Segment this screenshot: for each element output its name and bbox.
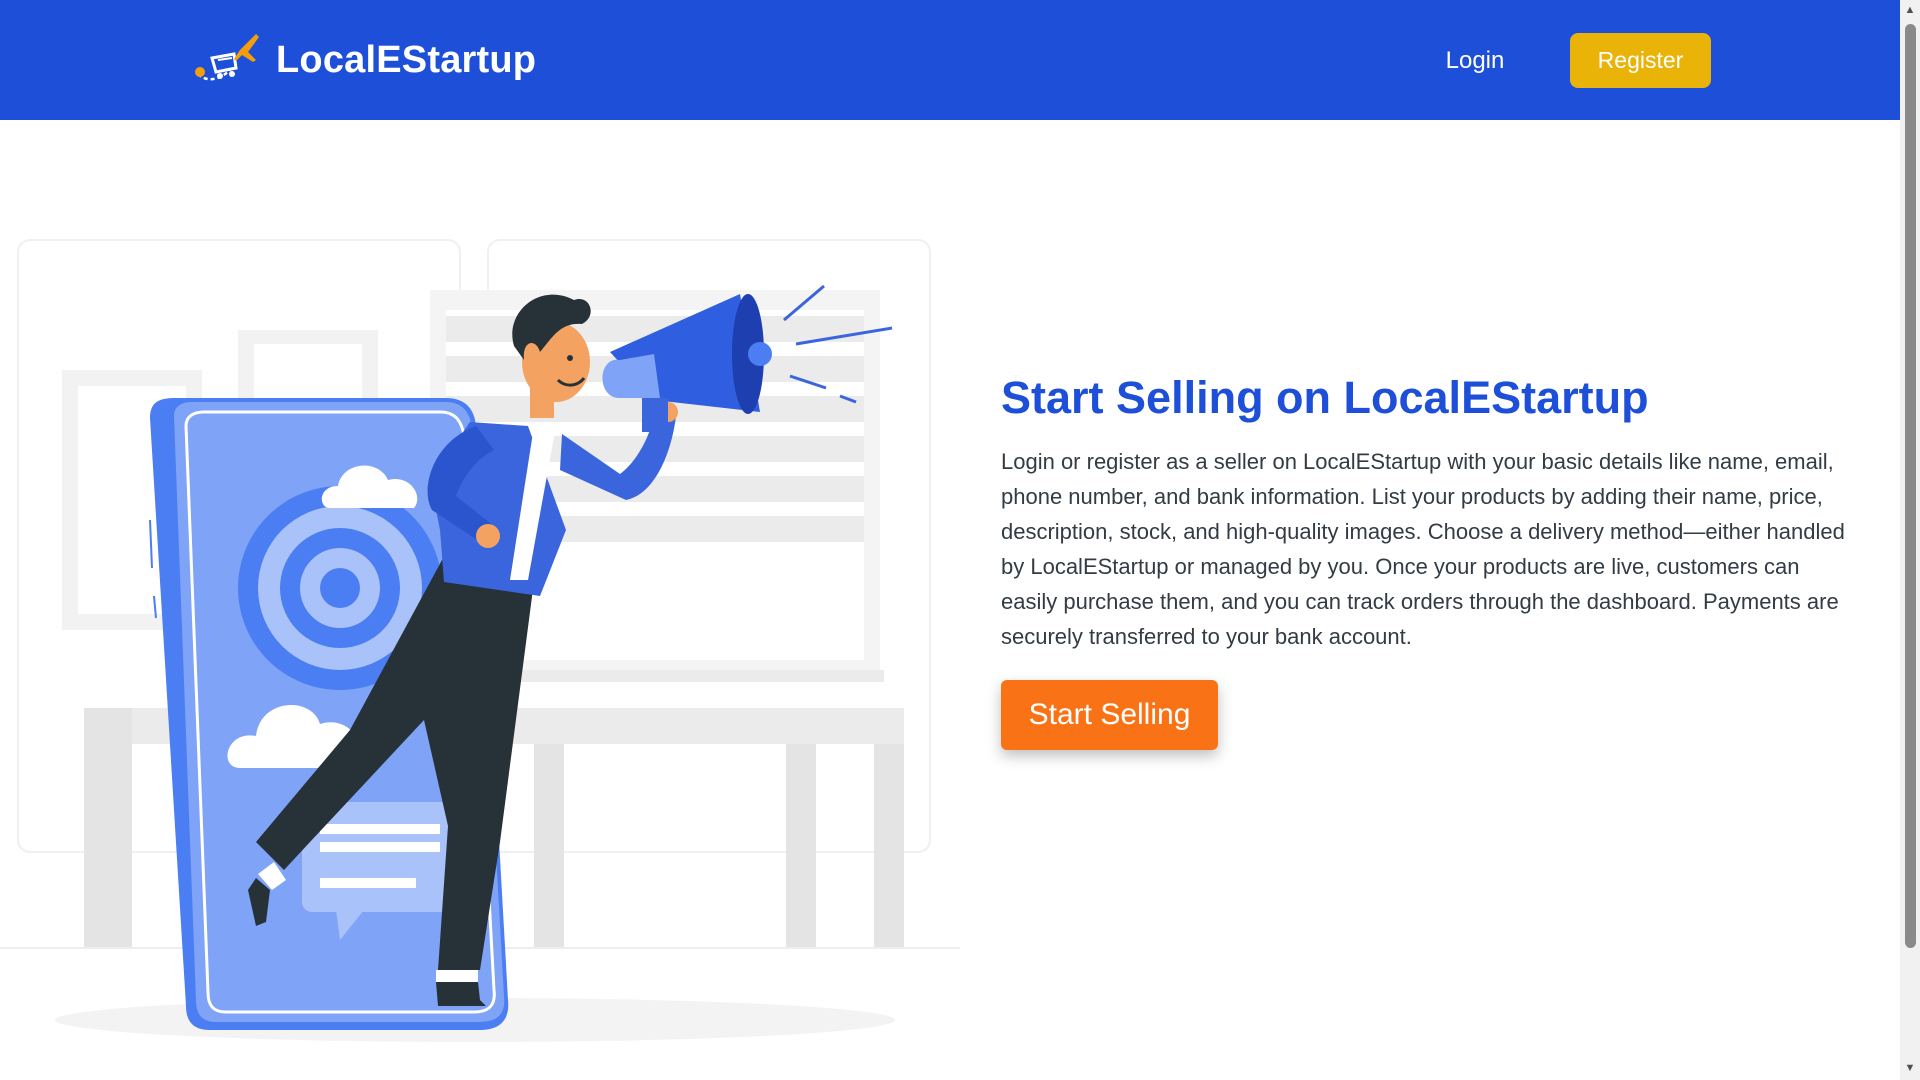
hero-section: Start Selling on LocalEStartup Login or … [1001, 366, 1861, 654]
page-scrollbar[interactable]: ▲ ▼ [1900, 0, 1920, 1080]
delivery-cart-airplane-icon [195, 34, 259, 81]
scroll-down-arrow-icon[interactable]: ▼ [1904, 1062, 1916, 1074]
man-with-megaphone-illustration [0, 239, 960, 1042]
brand[interactable]: LocalEStartup [190, 28, 536, 92]
scroll-thumb[interactable] [1905, 24, 1916, 948]
register-button[interactable]: Register [1570, 33, 1711, 88]
start-selling-button[interactable]: Start Selling [1001, 680, 1218, 750]
top-navbar: LocalEStartup Login Register [0, 0, 1900, 120]
login-link[interactable]: Login [1420, 40, 1530, 82]
brand-name: LocalEStartup [276, 38, 537, 81]
hero-description: Login or register as a seller on LocalES… [1001, 449, 1845, 649]
hero-title: Start Selling on LocalEStartup [1001, 372, 1649, 423]
scroll-up-arrow-icon[interactable]: ▲ [1904, 4, 1916, 16]
